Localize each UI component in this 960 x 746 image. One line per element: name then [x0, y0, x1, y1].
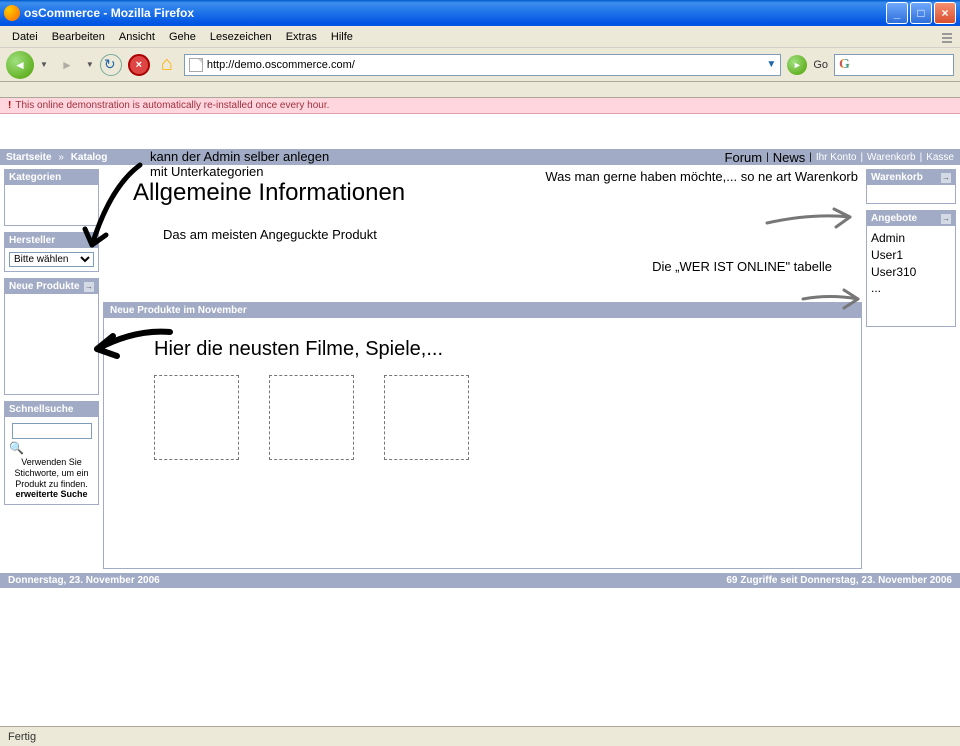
notice-text: This online demonstration is automatical…: [15, 100, 329, 111]
more-icon[interactable]: →: [941, 214, 951, 224]
product-placeholder[interactable]: [269, 375, 354, 460]
advanced-search-link[interactable]: erweiterte Suche: [15, 489, 87, 499]
user-row: User310: [871, 264, 951, 281]
firefox-icon: [4, 5, 20, 21]
more-icon[interactable]: →: [941, 173, 951, 183]
url-bar[interactable]: ▼: [184, 54, 781, 76]
box-warenkorb-header: Warenkorb →: [867, 170, 955, 185]
link-checkout[interactable]: Kasse: [926, 152, 954, 163]
menu-datei[interactable]: Datei: [6, 29, 44, 45]
search-box[interactable]: G: [834, 54, 954, 76]
page-content: kann der Admin selber anlegen mit Unterk…: [0, 149, 960, 588]
box-warenkorb: Warenkorb →: [866, 169, 956, 204]
footer-bar: Donnerstag, 23. November 2006 69 Zugriff…: [0, 573, 960, 588]
google-icon: G: [839, 57, 850, 73]
box-schnellsuche-header: Schnellsuche: [5, 402, 98, 417]
neue-produkte-header: Neue Produkte im November: [104, 303, 861, 318]
user-row: ...: [871, 280, 951, 297]
back-dropdown[interactable]: ▼: [40, 60, 48, 69]
user-row: User1: [871, 247, 951, 264]
window-titlebar: osCommerce - Mozilla Firefox _ □ ×: [0, 0, 960, 26]
footer-visits: 69 Zugriffe seit Donnerstag, 23. Novembe…: [726, 575, 952, 586]
menu-ansicht[interactable]: Ansicht: [113, 29, 161, 45]
stop-button[interactable]: [128, 54, 150, 76]
url-dropdown-icon[interactable]: ▼: [766, 59, 776, 70]
product-placeholder[interactable]: [154, 375, 239, 460]
menu-lesezeichen[interactable]: Lesezeichen: [204, 29, 278, 45]
main-column: Was man gerne haben möchte,... so ne art…: [103, 169, 862, 569]
product-placeholder[interactable]: [384, 375, 469, 460]
box-neue-produkte-header: Neue Produkte →: [5, 279, 98, 294]
annotation-whoonline: Die „WER IST ONLINE" tabelle: [652, 259, 832, 274]
quicksearch-text: Verwenden Sie Stichworte, um ein Produkt…: [9, 457, 94, 500]
menu-bearbeiten[interactable]: Bearbeiten: [46, 29, 111, 45]
page-icon: [189, 58, 203, 72]
link-forum[interactable]: Forum: [725, 150, 763, 165]
reload-button[interactable]: [100, 54, 122, 76]
link-account[interactable]: Ihr Konto: [816, 152, 857, 163]
box-angebote-header: Angebote →: [867, 211, 955, 226]
maximize-button[interactable]: □: [910, 2, 932, 24]
statusbar: Fertig: [0, 726, 960, 746]
breadcrumb-home[interactable]: Startseite: [6, 152, 52, 163]
box-schnellsuche: Schnellsuche 🔍 Verwenden Sie Stichworte,…: [4, 401, 99, 505]
box-schnellsuche-body: 🔍 Verwenden Sie Stichworte, um ein Produ…: [5, 417, 98, 504]
menu-hilfe[interactable]: Hilfe: [325, 29, 359, 45]
forward-button[interactable]: [54, 52, 80, 78]
menubar-grip-icon: [940, 30, 954, 44]
back-button[interactable]: [6, 51, 34, 79]
url-input[interactable]: [207, 59, 763, 71]
more-icon[interactable]: →: [84, 282, 94, 292]
arrow-wishlist: [762, 205, 862, 238]
arrow-categories: [80, 157, 150, 260]
user-row: Admin: [871, 230, 951, 247]
box-angebote: Angebote → Admin User1 User310 ...: [866, 210, 956, 327]
box-angebote-body: Admin User1 User310 ...: [867, 226, 955, 326]
box-neue-produkte-main: Neue Produkte im November Hier die neust…: [103, 302, 862, 569]
menu-gehe[interactable]: Gehe: [163, 29, 202, 45]
quicksearch-button[interactable]: 🔍: [9, 441, 94, 455]
minimize-button[interactable]: _: [886, 2, 908, 24]
go-button[interactable]: [787, 55, 807, 75]
warning-icon: !: [8, 100, 11, 111]
home-button[interactable]: [156, 54, 178, 76]
right-column: Warenkorb → Angebote → Admin User1 User3…: [866, 169, 956, 569]
menubar: Datei Bearbeiten Ansicht Gehe Lesezeiche…: [0, 26, 960, 48]
link-cart[interactable]: Warenkorb: [867, 152, 916, 163]
window-title: osCommerce - Mozilla Firefox: [24, 6, 886, 20]
neue-produkte-title: Hier die neusten Filme, Spiele,...: [154, 338, 841, 361]
notice-banner: ! This online demonstration is automatic…: [0, 98, 960, 114]
arrow-newproducts: [85, 324, 175, 367]
quicksearch-input[interactable]: [12, 423, 92, 439]
close-button[interactable]: ×: [934, 2, 956, 24]
toolbar: ▼ ▼ ▼ Go G: [0, 48, 960, 82]
status-text: Fertig: [8, 731, 36, 743]
neue-produkte-body: Hier die neusten Filme, Spiele,...: [104, 318, 861, 568]
go-label: Go: [813, 59, 828, 71]
footer-date: Donnerstag, 23. November 2006: [8, 575, 160, 586]
mostviewed-text: Das am meisten Angeguckte Produkt: [163, 227, 862, 242]
forward-dropdown[interactable]: ▼: [86, 60, 94, 69]
link-news[interactable]: News: [773, 150, 806, 165]
annotation-wishlist: Was man gerne haben möchte,... so ne art…: [545, 169, 858, 184]
box-warenkorb-body: [867, 185, 955, 203]
arrow-whoonline: [800, 284, 870, 317]
toolbar-divider: [0, 82, 960, 98]
menu-extras[interactable]: Extras: [280, 29, 323, 45]
